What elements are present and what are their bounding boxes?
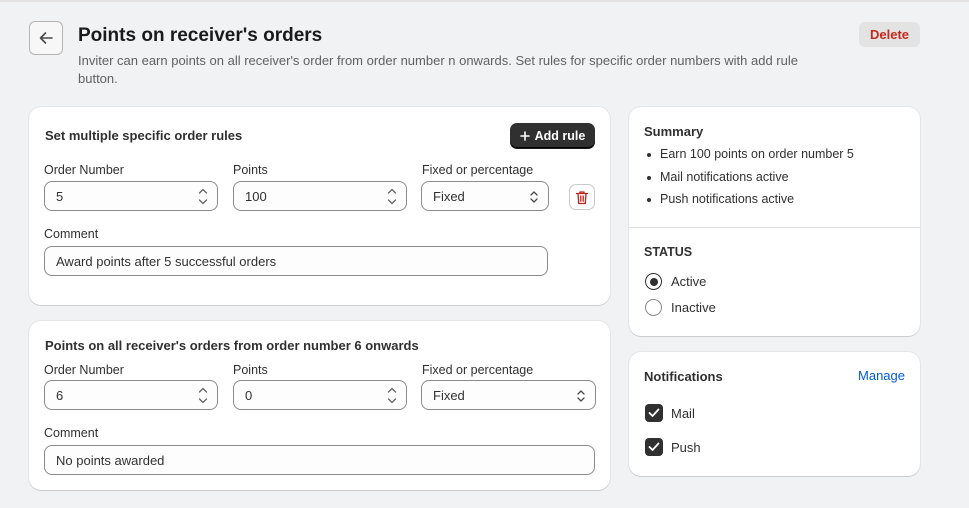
- chevron-down-icon[interactable]: [382, 196, 402, 207]
- chevron-up-icon[interactable]: [382, 185, 402, 196]
- delete-button[interactable]: Delete: [859, 22, 920, 47]
- status-inactive-radio[interactable]: Inactive: [645, 299, 716, 316]
- order-number-label: Order Number: [44, 363, 124, 377]
- summary-item: Earn 100 points on order number 5: [645, 147, 854, 170]
- summary-card: Summary Earn 100 points on order number …: [629, 107, 920, 336]
- points-label: Points: [233, 363, 268, 377]
- radio-label: Active: [671, 274, 707, 289]
- type-label: Fixed or percentage: [422, 363, 534, 377]
- divider: [629, 227, 920, 228]
- checkbox-label: Push: [671, 439, 701, 455]
- top-border: [0, 0, 969, 2]
- checkmark-icon[interactable]: [645, 404, 663, 422]
- chevron-down-icon[interactable]: [193, 395, 213, 406]
- type-select[interactable]: Fixed: [421, 181, 549, 211]
- card-title: Set multiple specific order rules: [45, 128, 243, 143]
- chevron-down-icon[interactable]: [382, 395, 402, 406]
- type-value: Fixed: [433, 188, 465, 204]
- summary-item: Mail notifications active: [645, 170, 854, 193]
- points-value: 0: [245, 387, 253, 403]
- comment-value: No points awarded: [56, 452, 165, 468]
- delete-rule-button[interactable]: [569, 184, 595, 210]
- back-button[interactable]: [29, 21, 63, 55]
- plus-icon: [519, 130, 530, 141]
- order-number-input[interactable]: 5: [44, 181, 218, 211]
- trash-icon: [575, 190, 589, 204]
- status-title: STATUS: [644, 245, 693, 259]
- card-title: Points on all receiver's orders from ord…: [45, 338, 419, 353]
- checkmark-icon[interactable]: [645, 438, 663, 456]
- all-orders-card: Points on all receiver's orders from ord…: [29, 321, 610, 490]
- checkbox-label: Mail: [671, 405, 695, 421]
- points-input[interactable]: 0: [233, 380, 407, 410]
- status-active-radio[interactable]: Active: [645, 273, 706, 290]
- radio-unchecked-icon[interactable]: [645, 299, 662, 316]
- summary-title: Summary: [644, 124, 704, 139]
- chevron-up-icon[interactable]: [193, 185, 213, 196]
- chevron-down-icon[interactable]: [193, 196, 213, 207]
- points-label: Points: [233, 163, 268, 177]
- page-subtitle: Inviter can earn points on all receiver'…: [78, 53, 798, 86]
- order-number-input[interactable]: 6: [44, 380, 218, 410]
- order-number-label: Order Number: [44, 163, 124, 177]
- order-number-stepper[interactable]: [193, 384, 213, 406]
- notifications-card: Notifications Manage Mail Push: [629, 352, 920, 476]
- points-stepper[interactable]: [382, 185, 402, 207]
- type-select[interactable]: Fixed: [421, 380, 596, 410]
- chevron-up-icon[interactable]: [382, 384, 402, 395]
- comment-input[interactable]: No points awarded: [44, 445, 595, 475]
- manage-link[interactable]: Manage: [858, 368, 905, 383]
- select-chevron-icon: [577, 390, 585, 402]
- notifications-title: Notifications: [644, 369, 723, 384]
- page-title: Points on receiver's orders: [78, 25, 323, 46]
- push-checkbox[interactable]: Push: [645, 438, 701, 456]
- order-number-stepper[interactable]: [193, 185, 213, 207]
- radio-label: Inactive: [671, 300, 716, 315]
- points-stepper[interactable]: [382, 384, 402, 406]
- comment-input[interactable]: Award points after 5 successful orders: [44, 246, 548, 276]
- summary-item: Push notifications active: [645, 192, 854, 215]
- chevron-up-icon[interactable]: [193, 384, 213, 395]
- summary-list: Earn 100 points on order number 5 Mail n…: [645, 147, 854, 215]
- radio-checked-icon[interactable]: [645, 273, 662, 290]
- points-value: 100: [245, 188, 267, 204]
- comment-label: Comment: [44, 426, 99, 440]
- type-value: Fixed: [433, 387, 465, 403]
- order-number-value: 6: [56, 387, 64, 403]
- order-number-value: 5: [56, 188, 64, 204]
- arrow-left-icon: [39, 32, 53, 44]
- mail-checkbox[interactable]: Mail: [645, 404, 695, 422]
- add-rule-label: Add rule: [534, 128, 586, 143]
- comment-value: Award points after 5 successful orders: [56, 253, 277, 269]
- type-label: Fixed or percentage: [422, 163, 534, 177]
- comment-label: Comment: [44, 227, 99, 241]
- add-rule-button[interactable]: Add rule: [510, 123, 595, 148]
- points-input[interactable]: 100: [233, 181, 407, 211]
- select-chevron-icon: [530, 191, 538, 203]
